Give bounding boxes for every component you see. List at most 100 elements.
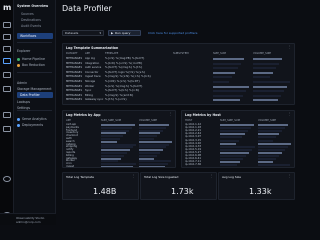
sidebar-item[interactable]: Deployments [17, 122, 53, 128]
sidebar-item-label: Workflows [20, 34, 37, 38]
run-query-label: Run query [115, 31, 131, 35]
app-logo[interactable]: m [3, 4, 11, 12]
heatmap-cell [101, 149, 130, 152]
stat-value: 1.73k [171, 187, 194, 196]
sidebar-item[interactable]: System Overview [17, 3, 53, 9]
heatmap-cell [258, 127, 286, 130]
table-cell: %{ts:DT} login %{t:S} %{s:S} [105, 70, 146, 74]
heatmap-cell [258, 145, 288, 148]
more-icon[interactable]: ⋮ [288, 174, 291, 178]
heatmap-cell [220, 164, 237, 167]
run-query-button[interactable]: ▶ Run query [108, 30, 141, 36]
more-icon[interactable]: ⋮ [169, 112, 172, 116]
heatmap-cell [220, 124, 255, 126]
heatmap-cell [101, 132, 127, 135]
monitor-icon[interactable] [3, 72, 11, 78]
table-cell: Integration [85, 61, 100, 65]
sidebar-item-label: Destinations [21, 18, 41, 22]
heatmap-cell [253, 76, 270, 79]
heatmap-cell [213, 58, 244, 60]
heatmap-cell [139, 132, 161, 135]
heatmap-cell [101, 124, 136, 126]
more-icon[interactable]: ⋮ [288, 112, 291, 116]
sidebar-item[interactable]: Data Profiler [17, 92, 53, 98]
database-icon[interactable] [3, 112, 11, 118]
dataset-select[interactable]: Datasets ▾ [62, 30, 104, 36]
column-header[interactable]: DATASET [66, 52, 84, 55]
main-content: Data Profiler Datasets ▾ ▶ Run query Cli… [56, 0, 300, 225]
more-icon[interactable]: ⋮ [288, 45, 291, 49]
supported-profilers-link[interactable]: Click here for supported profilers [148, 31, 197, 35]
column-header[interactable]: TEMPLATE [105, 52, 171, 55]
heatmap-cell [139, 124, 170, 126]
list-icon[interactable] [3, 34, 11, 40]
sidebar-item-label: Home Pipeline [22, 57, 45, 61]
heatmap-cell [258, 133, 280, 136]
table-cell: %{x:S} %{msg:PB} %{ts:DT} [105, 57, 145, 60]
account-footer[interactable]: Observability Studio admin@corp.com [0, 213, 56, 225]
column-header[interactable]: APP [85, 52, 104, 55]
column-header[interactable]: SUM_SIZE_SUM [220, 119, 256, 122]
heatmap-cell [101, 166, 134, 167]
more-icon[interactable]: ⋮ [132, 174, 135, 178]
column-header[interactable]: APP [66, 119, 99, 122]
table-cell: METRANGE1 [66, 57, 83, 60]
sidebar-item-label: Sources [21, 12, 34, 16]
bell-icon[interactable] [3, 86, 11, 92]
sidebar-item-label: Explorer [17, 49, 31, 53]
table-cell: Storage [85, 80, 96, 83]
more-icon[interactable]: ⋮ [210, 174, 213, 178]
heatmap-cell [258, 148, 285, 151]
sidebar-item[interactable]: Box Reduction [17, 62, 53, 68]
footer-email: admin@corp.com [16, 220, 41, 224]
heatmap-cell [220, 127, 252, 130]
table-cell: Ingest trace [85, 75, 101, 79]
stat-value: 1.48B [93, 187, 117, 196]
heatmap-cell [213, 76, 232, 79]
heatmap-cell [101, 152, 127, 154]
heatmap-cell [220, 130, 249, 133]
settings-icon[interactable] [3, 126, 11, 132]
heatmap-cell [253, 71, 273, 74]
heatmap-cell [220, 142, 237, 145]
workflow-icon[interactable] [3, 58, 11, 64]
chart-icon[interactable] [3, 46, 11, 52]
table-cell: %{s:S} %{msg:S} %{ts:DT} [105, 84, 143, 88]
column-header[interactable]: VOLUME_SIZE [253, 52, 291, 55]
heatmap-cell [101, 160, 118, 163]
heatmap-cell [101, 129, 130, 132]
table-cell: METRANGE1 [66, 98, 83, 102]
table-cell: App log [85, 57, 95, 60]
sidebar-item[interactable]: Audit Events [21, 23, 53, 29]
column-header[interactable]: SUM_SIZE_SUM [101, 119, 137, 122]
heatmap-cell [101, 143, 136, 146]
table-cell: Billing [85, 93, 93, 97]
table-cell: METRANGE1 [66, 75, 83, 79]
table-cell: Connector [85, 70, 99, 74]
sidebar-item[interactable]: Workflows [17, 33, 53, 39]
table-cell: %{t:S} %{url:S} [105, 98, 127, 102]
table-cell: %{msg:S} %{amt:N} [105, 93, 134, 97]
metrics-by-host-panel: Log Metrics by Host ⋮ HOST SUM_SIZE_SUM VO… [181, 110, 295, 168]
heatmap-cell [101, 138, 121, 140]
stat-value: 1.33k [249, 187, 272, 196]
help-icon[interactable] [3, 176, 11, 182]
column-header[interactable]: HOST [185, 119, 218, 122]
heatmap-cell [101, 154, 124, 157]
stat-title: Avg Log Size [222, 175, 241, 179]
sidebar-item[interactable]: Explorer [17, 48, 53, 54]
play-icon: ▶ [111, 31, 114, 35]
grid-icon[interactable] [3, 22, 11, 28]
heatmap-cell [139, 157, 154, 160]
sidebar-item-label: Serve Analytics [22, 117, 47, 121]
heatmap-cell [139, 163, 169, 166]
column-header[interactable]: VOLUME_SIZE [139, 119, 173, 122]
heatmap-cell [139, 138, 155, 140]
table-cell: METRANGE1 [66, 61, 83, 65]
stat-card: Total Log Size Ingested ⋮ 1.73k [140, 172, 217, 200]
heatmap-cell [253, 85, 287, 88]
divider [17, 42, 52, 43]
column-header[interactable]: SUBSYSTEM [173, 52, 211, 55]
column-header[interactable]: SIZE_SUM [213, 52, 251, 55]
column-header[interactable]: VOLUME_SIZE [258, 119, 292, 122]
